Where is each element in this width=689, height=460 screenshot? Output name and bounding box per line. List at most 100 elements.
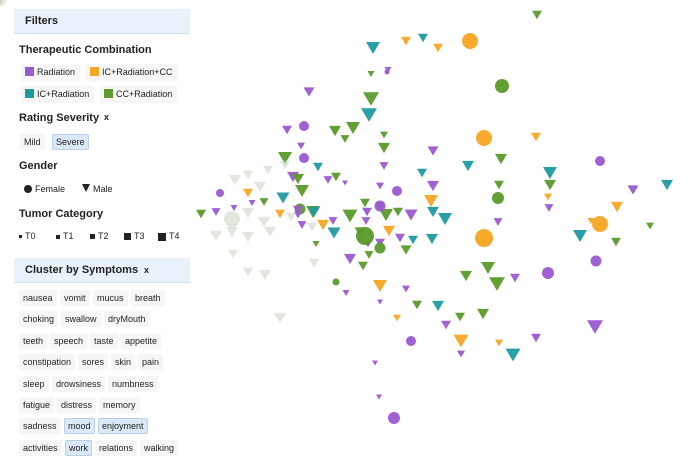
patient-marker[interactable] [317, 219, 329, 231]
patient-marker[interactable] [611, 201, 623, 213]
patient-marker[interactable] [611, 237, 621, 247]
patient-marker[interactable] [259, 198, 269, 206]
patient-marker[interactable] [441, 320, 451, 330]
patient-marker[interactable] [295, 185, 309, 197]
patient-marker[interactable] [342, 290, 350, 296]
patient-marker[interactable] [254, 181, 266, 193]
patient-marker[interactable] [276, 192, 290, 204]
patient-marker[interactable] [299, 153, 309, 163]
patient-marker[interactable] [226, 226, 238, 238]
patient-marker[interactable] [363, 92, 379, 106]
patient-marker[interactable] [427, 206, 439, 218]
patient-marker[interactable] [406, 336, 416, 346]
patient-marker[interactable] [280, 160, 290, 170]
patient-marker[interactable] [592, 216, 608, 232]
patient-marker[interactable] [393, 314, 401, 322]
patient-marker[interactable] [340, 135, 350, 143]
patient-marker[interactable] [401, 36, 411, 46]
patient-marker[interactable] [544, 179, 556, 191]
patient-marker[interactable] [532, 10, 542, 20]
patient-marker[interactable] [264, 226, 276, 238]
patient-marker[interactable] [476, 130, 492, 146]
patient-marker[interactable] [462, 160, 474, 172]
patient-marker[interactable] [242, 207, 254, 219]
patient-marker[interactable] [587, 320, 603, 334]
patient-marker[interactable] [400, 245, 412, 255]
patient-marker[interactable] [438, 213, 452, 225]
patient-marker[interactable] [361, 217, 371, 225]
patient-marker[interactable] [408, 235, 418, 245]
patient-marker[interactable] [510, 273, 520, 283]
patient-marker[interactable] [543, 167, 557, 179]
patient-marker[interactable] [495, 339, 503, 347]
patient-marker[interactable] [427, 180, 439, 192]
patient-marker[interactable] [297, 221, 307, 229]
patient-marker[interactable] [342, 209, 358, 223]
patient-marker[interactable] [417, 168, 427, 178]
patient-marker[interactable] [573, 230, 587, 242]
patient-marker[interactable] [457, 350, 465, 358]
patient-marker[interactable] [366, 42, 380, 54]
patient-marker[interactable] [505, 348, 521, 362]
patient-marker[interactable] [495, 153, 507, 165]
patient-marker[interactable] [590, 255, 602, 267]
patient-marker[interactable] [475, 229, 493, 247]
patient-marker[interactable] [492, 192, 504, 204]
patient-marker[interactable] [211, 208, 221, 216]
patient-marker[interactable] [312, 241, 320, 247]
patient-marker[interactable] [542, 267, 554, 279]
patient-marker[interactable] [432, 300, 444, 312]
patient-marker[interactable] [294, 211, 302, 219]
patient-marker[interactable] [404, 209, 418, 221]
patient-marker[interactable] [327, 227, 341, 239]
patient-marker[interactable] [309, 258, 319, 268]
patient-marker[interactable] [196, 209, 206, 219]
patient-marker[interactable] [433, 43, 443, 53]
patient-marker[interactable] [210, 230, 222, 242]
patient-marker[interactable] [216, 189, 224, 197]
patient-marker[interactable] [224, 211, 240, 227]
patient-marker[interactable] [493, 218, 503, 226]
patient-marker[interactable] [243, 267, 253, 277]
patient-marker[interactable] [243, 188, 253, 198]
patient-marker[interactable] [395, 233, 405, 243]
patient-marker[interactable] [329, 125, 341, 137]
patient-marker[interactable] [263, 165, 273, 175]
patient-marker[interactable] [248, 200, 256, 206]
patient-marker[interactable] [646, 222, 654, 230]
patient-marker[interactable] [489, 277, 505, 291]
patient-marker[interactable] [455, 312, 465, 322]
patient-marker[interactable] [392, 186, 402, 196]
patient-marker[interactable] [477, 308, 489, 320]
patient-marker[interactable] [356, 227, 374, 245]
patient-marker[interactable] [259, 269, 271, 281]
patient-marker[interactable] [299, 121, 309, 131]
patient-marker[interactable] [373, 280, 387, 292]
patient-marker[interactable] [229, 174, 241, 186]
patient-marker[interactable] [544, 204, 554, 212]
patient-marker[interactable] [379, 162, 389, 170]
patient-marker[interactable] [377, 299, 383, 305]
patient-marker[interactable] [297, 142, 305, 150]
patient-marker[interactable] [426, 233, 438, 245]
patient-marker[interactable] [323, 176, 333, 184]
patient-marker[interactable] [274, 312, 286, 324]
patient-marker[interactable] [243, 170, 253, 180]
patient-marker[interactable] [544, 193, 552, 201]
patient-marker[interactable] [282, 125, 292, 135]
patient-marker[interactable] [346, 122, 360, 134]
patient-marker[interactable] [393, 207, 403, 217]
patient-marker[interactable] [531, 333, 541, 343]
patient-marker[interactable] [374, 242, 386, 254]
patient-marker[interactable] [332, 278, 340, 286]
patient-marker[interactable] [374, 200, 386, 212]
patient-marker[interactable] [495, 79, 509, 93]
patient-marker[interactable] [460, 270, 472, 282]
patient-marker[interactable] [361, 108, 377, 122]
patient-marker[interactable] [331, 172, 341, 182]
patient-marker[interactable] [388, 412, 400, 424]
patient-marker[interactable] [313, 162, 323, 172]
patient-marker[interactable] [383, 225, 395, 237]
patient-marker[interactable] [494, 180, 504, 190]
patient-marker[interactable] [362, 207, 372, 217]
